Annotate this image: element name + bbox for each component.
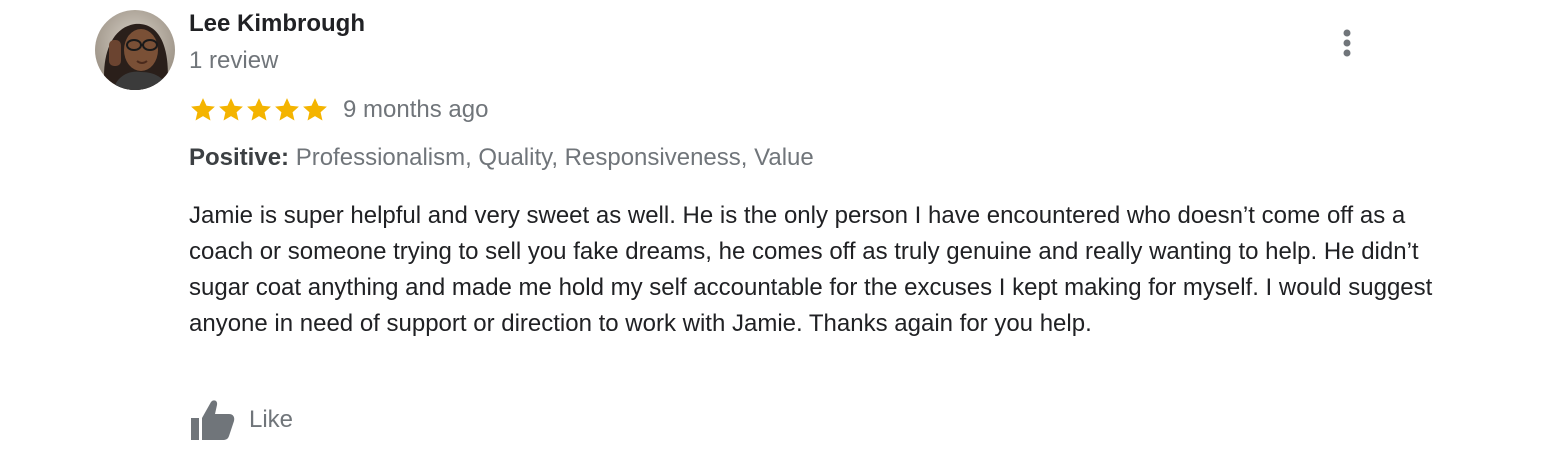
reviewer-name[interactable]: Lee Kimbrough xyxy=(189,10,365,38)
star-icon xyxy=(275,98,299,121)
review-time: 9 months ago xyxy=(343,96,489,123)
highlights-label: Positive: xyxy=(189,144,290,171)
star-rating xyxy=(189,96,329,124)
more-options-button[interactable] xyxy=(1330,24,1364,62)
star-icon xyxy=(247,98,271,121)
review-text: Jamie is super helpful and very sweet as… xyxy=(189,202,1433,337)
star-icon xyxy=(219,98,243,121)
avatar-image xyxy=(95,10,175,90)
like-label: Like xyxy=(249,406,294,433)
star-icon xyxy=(303,98,327,121)
avatar[interactable] xyxy=(95,10,175,90)
thumbs-up-icon xyxy=(191,400,235,440)
star-icon xyxy=(191,98,215,121)
highlights-value: Professionalism, Quality, Responsiveness… xyxy=(295,144,814,171)
like-button[interactable]: Like xyxy=(189,398,293,442)
review-highlights: Positive: Professionalism, Quality, Resp… xyxy=(189,144,814,172)
review-card: Lee Kimbrough 1 review 9 months ago Posi… xyxy=(0,0,1543,452)
reviewer-review-count[interactable]: 1 review xyxy=(189,47,278,75)
more-vert-icon xyxy=(1343,29,1351,57)
rating-row: 9 months ago xyxy=(189,94,488,126)
